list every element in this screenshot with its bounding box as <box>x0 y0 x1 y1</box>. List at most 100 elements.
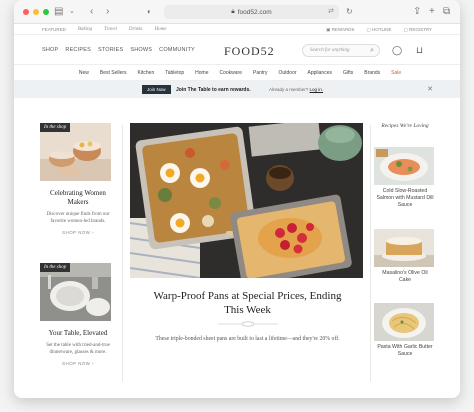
featured-link-baking[interactable]: Baking <box>78 27 92 32</box>
search-placeholder: Search for anything <box>310 48 350 53</box>
search-input[interactable]: Search for anything ⌕ <box>302 44 380 57</box>
featured-label: FEATURED <box>42 27 66 32</box>
main-nav: SHOP RECIPES STORIES SHOWS COMMUNITY FOO… <box>14 35 460 65</box>
share-icon[interactable]: ⇪ <box>413 5 421 19</box>
tab-overview-icon[interactable]: ⧉ <box>443 5 450 19</box>
divider-ornament-icon <box>217 321 278 327</box>
category-best-sellers[interactable]: Best Sellers <box>100 70 127 76</box>
nav-recipes[interactable]: RECIPES <box>65 47 91 53</box>
featured-link-home[interactable]: Home <box>155 27 167 32</box>
category-brands[interactable]: Brands <box>364 70 380 76</box>
back-icon[interactable]: ‹ <box>90 5 93 19</box>
recipe-card-olive-oil-cake[interactable]: Masalino's Olive Oil Cake <box>374 229 436 284</box>
shop-card-description: Discover unique finds from our favorite … <box>46 212 110 224</box>
shield-icon[interactable]: ◐ <box>147 5 152 19</box>
sidebar-icon[interactable]: ▤ <box>54 5 63 19</box>
category-home[interactable]: Home <box>195 70 208 76</box>
column-divider <box>370 125 371 382</box>
recipe-image[interactable] <box>374 147 434 185</box>
shop-now-label: SHOP NOW <box>62 361 91 366</box>
shop-card-title[interactable]: Celebrating Women Makers <box>40 189 116 207</box>
join-now-button[interactable]: Join Now <box>142 85 171 94</box>
nav-stories[interactable]: STORIES <box>98 47 123 53</box>
garlic-pasta-image <box>374 303 434 341</box>
hero-description: These triple-bonded sheet pans are built… <box>155 336 340 342</box>
refresh-icon[interactable]: ↻ <box>346 5 353 19</box>
shop-card-table-elevated[interactable]: In the shop Your Table, Elevated Set the… <box>40 263 116 366</box>
forward-icon[interactable]: › <box>106 5 109 19</box>
category-appliances[interactable]: Appliances <box>308 70 332 76</box>
shop-card-image[interactable]: In the shop <box>40 123 111 181</box>
login-link[interactable]: Log in. <box>310 87 324 92</box>
recipe-title[interactable]: Pasta With Garlic Butter Sauce <box>374 344 436 358</box>
shop-tag: In the shop <box>40 263 71 272</box>
translate-icon[interactable]: ⇄ <box>328 7 334 15</box>
rewards-label: REWARDS <box>331 27 355 32</box>
nav-community[interactable]: COMMUNITY <box>159 47 195 53</box>
url-text: food52.com <box>237 8 272 16</box>
address-bar[interactable]: 🔒︎ food52.com ⇄ <box>164 5 339 19</box>
registry-label: REGISTRY <box>409 27 432 32</box>
shop-now-label: SHOP NOW <box>62 230 91 235</box>
hero-title[interactable]: Warp-Proof Pans at Special Prices, Endin… <box>130 289 365 317</box>
chevron-right-icon: › <box>91 230 94 235</box>
close-window-button[interactable] <box>23 9 29 15</box>
category-sale[interactable]: Sale <box>391 70 401 76</box>
category-cookware[interactable]: Cookware <box>219 70 242 76</box>
shop-card-description: Set the table with tried-and-true dinner… <box>46 343 110 355</box>
member-text: Already a member? <box>269 87 309 92</box>
lock-icon: 🔒︎ <box>231 8 235 15</box>
shop-card-image[interactable]: In the shop <box>40 263 111 321</box>
category-kitchen[interactable]: Kitchen <box>138 70 155 76</box>
shop-tag: In the shop <box>40 123 71 132</box>
recipe-card-salmon[interactable]: Cold Slow-Roasted Salmon with Mustard Di… <box>374 147 436 209</box>
search-icon[interactable]: ⌕ <box>370 46 374 55</box>
nav-shows[interactable]: SHOWS <box>130 47 152 53</box>
right-column: Recipes We're Loving Cold Slow-Roasted S… <box>374 123 436 357</box>
category-outdoor[interactable]: Outdoor <box>278 70 296 76</box>
account-icon[interactable]: ◯ <box>392 45 402 56</box>
recipes-heading: Recipes We're Loving <box>381 123 429 129</box>
minimize-window-button[interactable] <box>33 9 39 15</box>
close-icon[interactable]: ✕ <box>427 85 433 93</box>
olive-oil-cake-image <box>374 229 434 267</box>
category-gifts[interactable]: Gifts <box>343 70 353 76</box>
recipe-image[interactable] <box>374 229 434 267</box>
category-new[interactable]: New <box>79 70 89 76</box>
nav-shop[interactable]: SHOP <box>42 47 58 53</box>
hotline-label: HOTLINE <box>372 27 392 32</box>
featured-link-drinks[interactable]: Drinks <box>129 27 143 32</box>
site-logo[interactable]: FOOD52 <box>224 44 275 59</box>
cart-icon[interactable]: ⊔ <box>416 45 423 56</box>
shop-now-link[interactable]: SHOP NOW › <box>40 230 116 235</box>
shop-card-women-makers[interactable]: In the shop Celebrating Women Makers Dis… <box>40 123 116 235</box>
recipe-title[interactable]: Cold Slow-Roasted Salmon with Mustard Di… <box>374 188 436 209</box>
sheet-pans-image <box>130 123 363 278</box>
recipe-title[interactable]: Masalino's Olive Oil Cake <box>374 270 436 284</box>
salmon-dish-image <box>374 147 434 185</box>
chevron-down-icon[interactable]: ⌄ <box>69 5 75 19</box>
shop-card-title[interactable]: Your Table, Elevated <box>40 329 116 338</box>
ornament-divider <box>130 321 365 329</box>
rewards-banner: Join Now Join The Table to earn rewards.… <box>14 81 460 98</box>
browser-toolbar: ▤ ⌄ ‹ › ◐ 🔒︎ food52.com ⇄ ↻ ⇪ + ⧉ <box>14 0 460 24</box>
column-divider <box>122 125 123 382</box>
hero-image[interactable] <box>130 123 363 278</box>
featured-link-travel[interactable]: Travel <box>104 27 117 32</box>
category-tabletop[interactable]: Tabletop <box>165 70 184 76</box>
recipe-card-garlic-pasta[interactable]: Pasta With Garlic Butter Sauce <box>374 303 436 358</box>
category-nav: New Best Sellers Kitchen Tabletop Home C… <box>14 65 460 81</box>
zoom-window-button[interactable] <box>43 9 49 15</box>
utility-bar: FEATURED Baking Travel Drinks Home ▣ REW… <box>14 24 460 35</box>
category-pantry[interactable]: Pantry <box>253 70 267 76</box>
banner-message: Join The Table to earn rewards. <box>176 87 251 93</box>
recipe-image[interactable] <box>374 303 434 341</box>
shop-now-link[interactable]: SHOP NOW › <box>40 361 116 366</box>
rewards-link[interactable]: ▣ REWARDS <box>326 27 354 33</box>
chevron-right-icon: › <box>91 361 94 366</box>
member-prompt: Already a member? Log in. <box>269 87 323 92</box>
hotline-link[interactable]: ▢ HOTLINE <box>367 27 392 33</box>
new-tab-icon[interactable]: + <box>429 5 435 19</box>
hero-article: Warp-Proof Pans at Special Prices, Endin… <box>130 123 365 343</box>
registry-link[interactable]: ▢ REGISTRY <box>404 27 432 33</box>
